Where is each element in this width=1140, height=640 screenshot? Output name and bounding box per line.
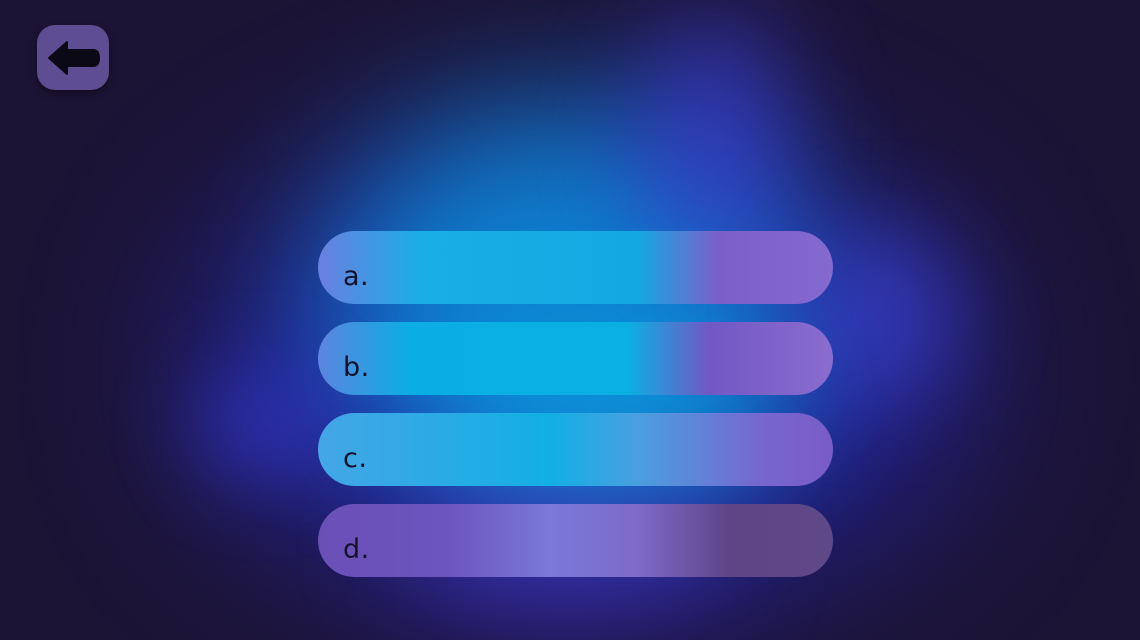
answer-option-b[interactable]: b. bbox=[318, 322, 833, 395]
quiz-screen: a. b. c. d. bbox=[0, 0, 1140, 640]
answer-option-label: b. bbox=[343, 352, 370, 383]
arrow-left-icon bbox=[48, 40, 100, 75]
answer-option-c[interactable]: c. bbox=[318, 413, 833, 486]
answer-option-label: d. bbox=[343, 534, 370, 565]
answer-option-d[interactable]: d. bbox=[318, 504, 833, 577]
answer-option-a[interactable]: a. bbox=[318, 231, 833, 304]
answer-option-label: a. bbox=[343, 261, 370, 292]
background-glow bbox=[190, 370, 330, 480]
answer-option-label: c. bbox=[343, 443, 368, 474]
back-button[interactable] bbox=[37, 25, 109, 90]
answer-options: a. b. c. d. bbox=[318, 231, 833, 577]
